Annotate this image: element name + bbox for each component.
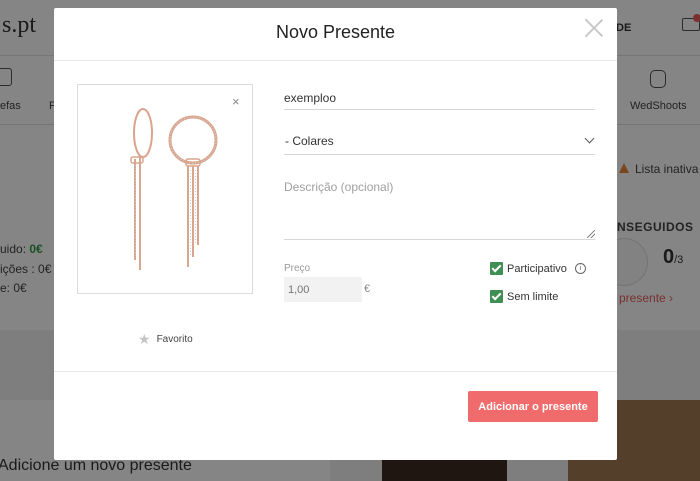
participativo-checkbox[interactable]: Participativo i [490, 262, 586, 275]
new-gift-modal: Novo Presente × ★ Favorito exemploo - Co… [54, 8, 617, 460]
close-icon[interactable] [584, 18, 604, 38]
currency-symbol: € [364, 283, 371, 295]
checkbox-checked[interactable] [490, 262, 503, 275]
sem-limite-label: Sem limite [507, 290, 559, 303]
category-selected: - Colares [285, 134, 334, 148]
gift-image [77, 84, 253, 294]
earrings-image [130, 108, 218, 270]
participativo-label: Participativo [507, 262, 567, 275]
favorite-label: Favorito [156, 333, 193, 345]
remove-image-button[interactable]: × [232, 94, 240, 109]
checkbox-checked[interactable] [490, 290, 503, 303]
price-label: Preço [284, 263, 311, 274]
gift-name-input[interactable] [284, 86, 595, 110]
category-underline [284, 154, 595, 155]
name-underline [284, 109, 595, 110]
add-gift-button[interactable]: Adicionar o presente [468, 391, 598, 422]
sem-limite-checkbox[interactable]: Sem limite [490, 290, 558, 303]
info-icon[interactable]: i [574, 263, 586, 274]
price-input[interactable] [284, 277, 362, 302]
modal-header: Novo Presente [54, 8, 617, 61]
chevron-down-icon [584, 133, 595, 144]
description-underline [284, 239, 595, 240]
modal-footer-divider [54, 371, 617, 372]
star-icon: ★ [138, 331, 151, 347]
resize-handle[interactable] [587, 230, 595, 238]
description-field[interactable] [284, 178, 595, 240]
modal-title: Novo Presente [275, 22, 396, 42]
favorite-toggle[interactable]: ★ Favorito [138, 332, 193, 346]
